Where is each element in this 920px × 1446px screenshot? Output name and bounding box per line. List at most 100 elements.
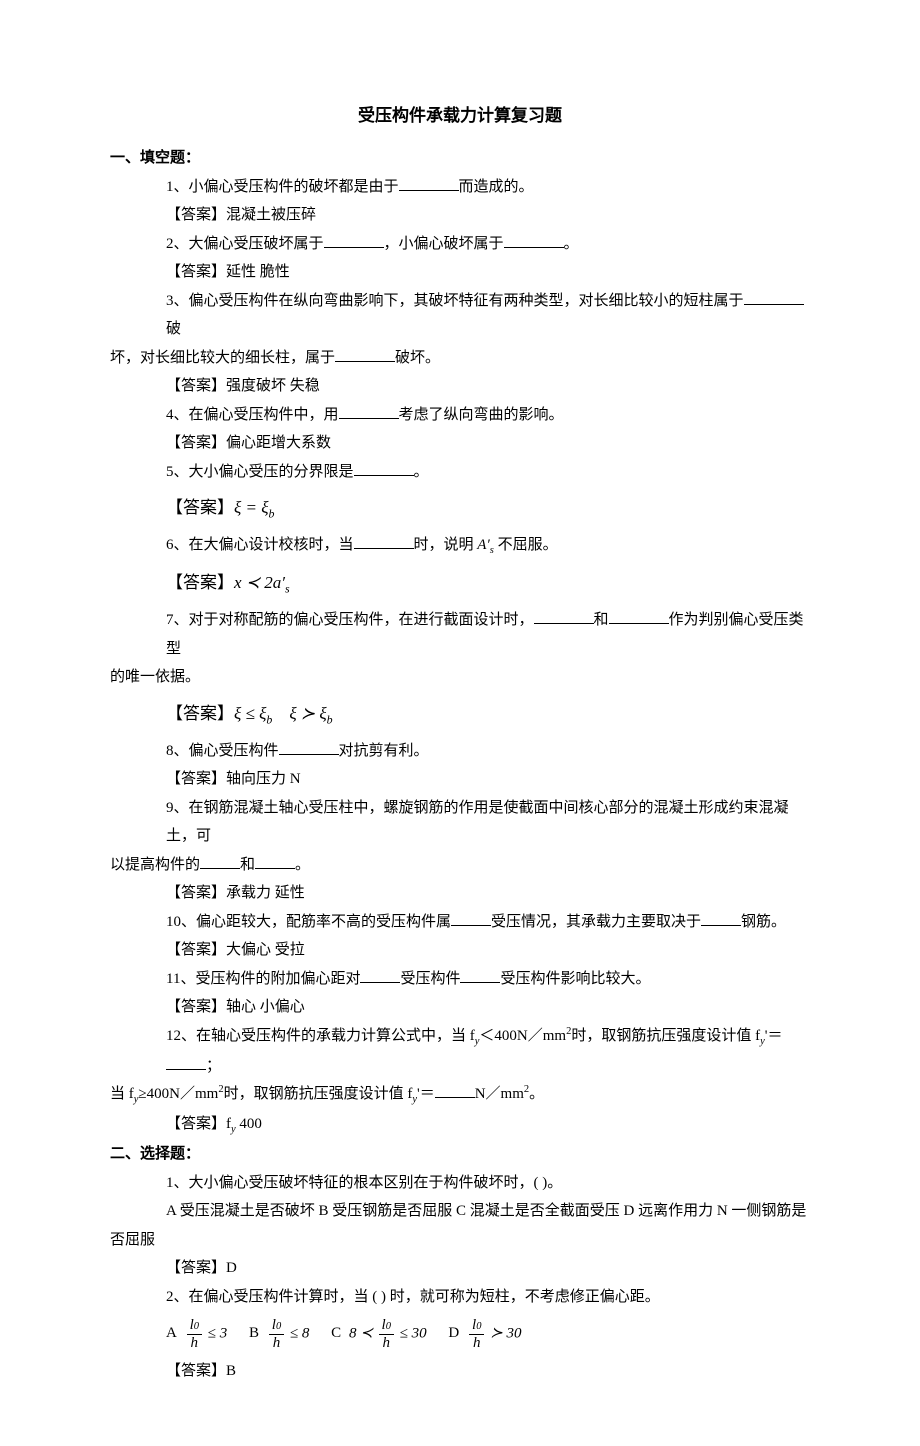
q6-text-b: 时，说明 [414, 537, 474, 553]
q11: 11、受压构件的附加偏心距对 受压构件 受压构件影响比较大。 [110, 965, 810, 994]
q2: 2、大偏心受压破坏属于 ，小偏心破坏属于 。 [110, 230, 810, 259]
q3-line1: 3、偏心受压构件在纵向弯曲影响下，其破坏特征有两种类型，对长细比较小的短柱属于破 [110, 287, 810, 344]
a9: 【答案】承载力 延性 [110, 879, 810, 908]
q12-l2-e: N／mm [475, 1086, 524, 1102]
opt-pre: 8 ≺ [349, 1325, 373, 1341]
q12-l2-b: ≥400N／mm [138, 1086, 218, 1102]
q4-text-a: 4、在偏心受压构件中，用 [166, 407, 339, 423]
blank [399, 176, 459, 191]
q10-text-b: 受压情况，其承载力主要取决于 [491, 914, 701, 930]
q12-a: 12、在轴心受压构件的承载力计算公式中，当 f [166, 1028, 475, 1044]
s2-q1-opts: A 受压混凝土是否破坏 B 受压钢筋是否屈服 C 混凝土是否全截面受压 D 远离… [110, 1197, 810, 1226]
q12-d: '＝ [765, 1028, 783, 1044]
q10: 10、偏心距较大，配筋率不高的受压构件属受压情况，其承载力主要取决于钢筋。 [110, 908, 810, 937]
blank [354, 534, 414, 549]
q3-text-a: 3、偏心受压构件在纵向弯曲影响下，其破坏特征有两种类型，对长细比较小的短柱属于 [166, 293, 744, 309]
q12-line2: 当 fy≥400N／mm2时，取钢筋抗压强度设计值 fy'＝N／mm2。 [110, 1080, 810, 1110]
a5-label: 【答案】 [166, 498, 234, 517]
s2-q2-options: A l0h ≤ 3 B l0h ≤ 8 C 8 ≺ l0h ≤ 30 D l0h… [110, 1317, 810, 1351]
blank [339, 404, 399, 419]
blank [451, 910, 491, 925]
opt-letter: A [166, 1325, 177, 1341]
s2-a2: 【答案】B [110, 1357, 810, 1386]
s2-a1: 【答案】D [110, 1254, 810, 1283]
fraction: l0h [469, 1317, 484, 1351]
q12-l2-f: 。 [529, 1086, 544, 1102]
option-c: C 8 ≺ l0h ≤ 30 [331, 1317, 427, 1351]
blank [460, 967, 500, 982]
blank [744, 290, 804, 305]
a1: 【答案】混凝土被压碎 [110, 201, 810, 230]
q2-text-b: ，小偏心破坏属于 [384, 236, 504, 252]
opt-letter: D [448, 1325, 459, 1341]
q7-line2: 的唯一依据。 [110, 663, 810, 692]
q4-text-b: 考虑了纵向弯曲的影响。 [399, 407, 564, 423]
blank [335, 347, 395, 362]
s2-q2: 2、在偏心受压构件计算时，当 ( ) 时，就可称为短柱，不考虑修正偏心距。 [110, 1283, 810, 1312]
q9-line2-c: 。 [295, 857, 310, 873]
blank [435, 1083, 475, 1098]
option-a: A l0h ≤ 3 [166, 1317, 227, 1351]
q1-text-b: 而造成的。 [459, 179, 534, 195]
q11-text-b: 受压构件 [400, 971, 460, 987]
opt-rel: ≤ 8 [290, 1325, 309, 1341]
a7-formula2: ξ ≻ ξb [289, 704, 332, 723]
page-title: 受压构件承载力计算复习题 [110, 100, 810, 132]
blank [166, 1054, 206, 1069]
q9-line2: 以提高构件的和。 [110, 851, 810, 880]
opt-rel: ≤ 30 [400, 1325, 427, 1341]
a7: 【答案】ξ ≤ ξb ξ ≻ ξb [110, 698, 810, 731]
q12-c: 时，取钢筋抗压强度设计值 f [571, 1028, 760, 1044]
option-b: B l0h ≤ 8 [249, 1317, 309, 1351]
fraction: l0h [187, 1317, 202, 1351]
a3: 【答案】强度破坏 失稳 [110, 372, 810, 401]
opt-rel: ≻ 30 [490, 1325, 521, 1341]
blank [324, 233, 384, 248]
q12-l2-c: 时，取钢筋抗压强度设计值 f [224, 1086, 413, 1102]
section1-heading: 一、填空题： [110, 144, 810, 173]
option-d: D l0h ≻ 30 [448, 1317, 521, 1351]
section2-heading: 二、选择题： [110, 1140, 810, 1169]
q7-text-a: 7、对于对称配筋的偏心受压构件，在进行截面设计时， [166, 612, 534, 628]
blank [200, 853, 240, 868]
blank [354, 461, 414, 476]
a6-label: 【答案】 [166, 573, 234, 592]
q6-text-c: 不屈服。 [498, 537, 558, 553]
blank [255, 853, 295, 868]
q9-line1: 9、在钢筋混凝土轴心受压柱中，螺旋钢筋的作用是使截面中间核心部分的混凝土形成约束… [110, 794, 810, 851]
q11-text-a: 11、受压构件的附加偏心距对 [166, 971, 360, 987]
q6: 6、在大偏心设计校核时，当时，说明 A′s 不屈服。 [110, 531, 810, 561]
s2-q1-opts-line2: 否屈服 [110, 1226, 810, 1255]
blank [534, 609, 594, 624]
q9-line2-b: 和 [240, 857, 255, 873]
blank [609, 609, 669, 624]
blank [360, 967, 400, 982]
q1: 1、小偏心受压构件的破坏都是由于而造成的。 [110, 173, 810, 202]
a12-tail: 400 [236, 1116, 262, 1132]
q5-text-a: 5、大小偏心受压的分界限是 [166, 464, 354, 480]
blank [701, 910, 741, 925]
q5: 5、大小偏心受压的分界限是。 [110, 458, 810, 487]
q12-line1: 12、在轴心受压构件的承载力计算公式中，当 fy＜400N／mm2时，取钢筋抗压… [110, 1022, 810, 1080]
q3-line2: 坏，对长细比较大的细长柱，属于破坏。 [110, 344, 810, 373]
q12-b: ＜400N／mm [479, 1028, 566, 1044]
a2: 【答案】延性 脆性 [110, 258, 810, 287]
q2-text-a: 2、大偏心受压破坏属于 [166, 236, 324, 252]
q12-l2-d: '＝ [417, 1086, 435, 1102]
a6: 【答案】x ≺ 2a′s [110, 567, 810, 600]
opt-letter: B [249, 1325, 259, 1341]
fraction: l0h [379, 1317, 394, 1351]
q2-text-c: 。 [564, 236, 579, 252]
q12-e: ； [206, 1058, 221, 1074]
s2-q1: 1、大小偏心受压破坏特征的根本区别在于构件破坏时，( )。 [110, 1169, 810, 1198]
blank [279, 739, 339, 754]
a4: 【答案】偏心距增大系数 [110, 429, 810, 458]
opt-letter: C [331, 1325, 341, 1341]
q7-text-b: 和 [594, 612, 609, 628]
q6-text-a: 6、在大偏心设计校核时，当 [166, 537, 354, 553]
a8: 【答案】轴向压力 N [110, 765, 810, 794]
q11-text-c: 受压构件影响比较大。 [500, 971, 650, 987]
q3-text-b: 破 [166, 321, 181, 337]
opt-rel: ≤ 3 [208, 1325, 227, 1341]
q7-line1: 7、对于对称配筋的偏心受压构件，在进行截面设计时，和作为判别偏心受压类型 [110, 606, 810, 663]
